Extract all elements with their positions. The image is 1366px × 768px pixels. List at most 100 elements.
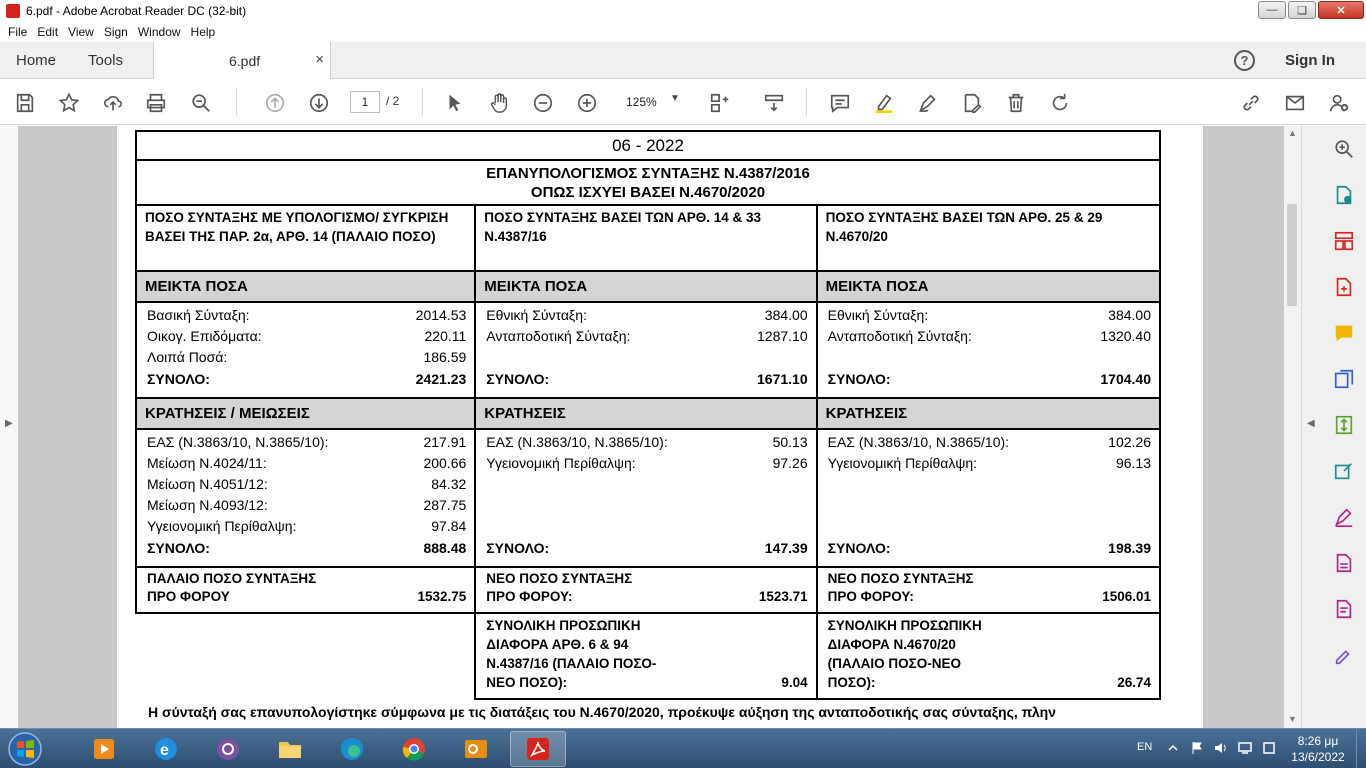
column-heading-4387: ΠΟΣΟ ΣΥΝΤΑΞΗΣ ΒΑΣΕΙ ΤΩΝ ΑΡΘ. 14 & 33 Ν.4… bbox=[474, 204, 818, 272]
export-pdf-icon[interactable] bbox=[1333, 184, 1355, 206]
find-zoom-icon[interactable] bbox=[189, 91, 213, 115]
comment-icon[interactable] bbox=[828, 91, 852, 115]
system-clock[interactable]: 8:26 μμ 13/6/2022 bbox=[1288, 733, 1348, 765]
share-upload-icon[interactable] bbox=[101, 91, 125, 115]
gross-title-4387: ΜΕΙΚΤΑ ΠΟΣΑ bbox=[474, 270, 818, 303]
share-link-icon[interactable] bbox=[1239, 91, 1263, 115]
show-desktop-button[interactable] bbox=[1356, 729, 1366, 768]
compress-pdf-icon[interactable] bbox=[1333, 414, 1355, 436]
menu-view[interactable]: View bbox=[68, 25, 94, 39]
save-icon[interactable] bbox=[13, 91, 37, 115]
menu-help[interactable]: Help bbox=[191, 25, 216, 39]
zoom-out-icon[interactable] bbox=[531, 91, 555, 115]
create-pdf-icon[interactable] bbox=[1333, 276, 1355, 298]
tab-home[interactable]: Home bbox=[16, 52, 56, 69]
show-hidden-icons-icon[interactable] bbox=[1166, 741, 1180, 755]
language-indicator[interactable]: EN bbox=[1137, 741, 1152, 753]
search-zoom-icon[interactable] bbox=[1333, 138, 1355, 160]
gross-row: Ανταποδοτική Σύνταξη: 1287.10 bbox=[486, 326, 807, 347]
more-tools-pdf-icon[interactable] bbox=[1333, 552, 1355, 574]
connected-devices-icon[interactable] bbox=[1262, 741, 1276, 755]
file-explorer-icon[interactable] bbox=[262, 731, 318, 767]
total-label: ΣΥΝΟΛΟ: bbox=[827, 371, 891, 387]
print-icon[interactable] bbox=[144, 91, 168, 115]
menu-file[interactable]: File bbox=[8, 25, 27, 39]
hand-tool-icon[interactable] bbox=[487, 91, 511, 115]
gross-value: 220.11 bbox=[424, 328, 467, 344]
menu-sign[interactable]: Sign bbox=[104, 25, 128, 39]
viber-icon[interactable] bbox=[200, 731, 256, 767]
add-user-icon[interactable] bbox=[1327, 91, 1351, 115]
protect-pdf-icon[interactable] bbox=[1333, 598, 1355, 620]
media-player-icon[interactable] bbox=[76, 731, 132, 767]
deduction-value: 102.26 bbox=[1108, 434, 1151, 450]
gross-row: Ανταποδοτική Σύνταξη: 1320.40 bbox=[828, 326, 1151, 347]
tab-document[interactable]: 6.pdf × bbox=[153, 42, 331, 79]
scroll-down-icon[interactable]: ▼ bbox=[1288, 714, 1297, 724]
help-icon[interactable]: ? bbox=[1234, 50, 1255, 71]
acrobat-app-icon bbox=[6, 4, 20, 18]
scrollbar-thumb[interactable] bbox=[1287, 204, 1297, 306]
empty-cell bbox=[136, 613, 475, 699]
internet-explorer-icon[interactable]: e bbox=[138, 731, 194, 767]
gross-value: 1287.10 bbox=[757, 328, 808, 344]
action-center-flag-icon[interactable] bbox=[1190, 741, 1204, 755]
bookmark-star-icon[interactable] bbox=[57, 91, 81, 115]
minimize-button[interactable]: — bbox=[1258, 1, 1286, 19]
close-window-button[interactable]: ✕ bbox=[1318, 1, 1364, 19]
gross-value: 384.00 bbox=[764, 307, 808, 323]
select-cursor-icon[interactable] bbox=[443, 91, 467, 115]
comment-tool-icon[interactable] bbox=[1333, 322, 1355, 344]
previous-page-icon[interactable] bbox=[263, 91, 287, 115]
toolbar-separator bbox=[422, 88, 423, 116]
fill-sign-icon[interactable] bbox=[1333, 506, 1355, 528]
net-old: ΠΑΛΑΙΟ ΠΟΣΟ ΣΥΝΤΑΞΗΣ ΠΡΟ ΦΟΡΟΥ 1532.75 bbox=[134, 566, 477, 614]
edge-browser-icon[interactable] bbox=[324, 731, 380, 767]
highlighter-icon[interactable] bbox=[872, 91, 896, 115]
deduction-label: Μείωση Ν.4051/12: bbox=[147, 476, 268, 492]
right-tools-pane: ◀ bbox=[1301, 126, 1366, 728]
sign-in-button[interactable]: Sign In bbox=[1285, 52, 1335, 69]
chevron-down-icon[interactable]: ▼ bbox=[670, 93, 680, 104]
gross-row: Εθνική Σύνταξη: 384.00 bbox=[486, 305, 807, 326]
page-display-icon[interactable] bbox=[708, 91, 732, 115]
rotate-icon[interactable] bbox=[1048, 91, 1072, 115]
volume-icon[interactable] bbox=[1214, 741, 1228, 755]
draw-pen-icon[interactable] bbox=[916, 91, 940, 115]
deduction-row: Υγειονομική Περίθαλψη: 97.84 bbox=[147, 516, 466, 537]
organize-pages-icon[interactable] bbox=[1333, 230, 1355, 252]
expand-left-pane-icon[interactable]: ▶ bbox=[5, 418, 13, 429]
start-button[interactable] bbox=[3, 730, 47, 768]
deduction-label: Υγειονομική Περίθαλψη: bbox=[486, 455, 636, 471]
outlook-icon[interactable] bbox=[448, 731, 504, 767]
diff-label: ΔΙΑΦΟΡΑ ΑΡΘ. 6 & 94 bbox=[486, 637, 629, 652]
chrome-icon[interactable] bbox=[386, 731, 442, 767]
deduction-value: 200.66 bbox=[423, 455, 467, 471]
diff-label: ΠΟΣΟ): bbox=[827, 675, 876, 690]
next-page-icon[interactable] bbox=[307, 91, 331, 115]
tab-tools[interactable]: Tools bbox=[88, 52, 123, 69]
vertical-scrollbar[interactable]: ▲ ▼ bbox=[1284, 126, 1301, 728]
delete-trash-icon[interactable] bbox=[1004, 91, 1028, 115]
edit-pdf-icon[interactable] bbox=[1333, 460, 1355, 482]
scroll-mode-icon[interactable] bbox=[762, 91, 786, 115]
net-label: ΝΕΟ ΠΟΣΟ ΣΥΝΤΑΞΗΣ bbox=[486, 571, 633, 586]
edit-document-icon[interactable] bbox=[960, 91, 984, 115]
deduction-value: 217.91 bbox=[423, 434, 467, 450]
zoom-in-icon[interactable] bbox=[575, 91, 599, 115]
menu-edit[interactable]: Edit bbox=[37, 25, 58, 39]
tab-close-icon[interactable]: × bbox=[315, 51, 324, 68]
maximize-button[interactable]: ❏ bbox=[1288, 1, 1316, 19]
combine-files-icon[interactable] bbox=[1333, 368, 1355, 390]
total-label: ΣΥΝΟΛΟ: bbox=[486, 540, 550, 556]
toolbar-separator bbox=[236, 88, 237, 116]
email-icon[interactable] bbox=[1283, 91, 1307, 115]
sign-tool-icon[interactable] bbox=[1333, 644, 1355, 666]
page-number-input[interactable]: 1 bbox=[350, 91, 380, 113]
network-icon[interactable] bbox=[1238, 741, 1252, 755]
net-label: ΠΡΟ ΦΟΡΟΥ: bbox=[486, 589, 573, 604]
collapse-right-pane-icon[interactable]: ◀ bbox=[1307, 418, 1315, 429]
scroll-up-icon[interactable]: ▲ bbox=[1288, 128, 1297, 138]
acrobat-taskbar-icon[interactable] bbox=[510, 731, 566, 767]
menu-window[interactable]: Window bbox=[138, 25, 181, 39]
